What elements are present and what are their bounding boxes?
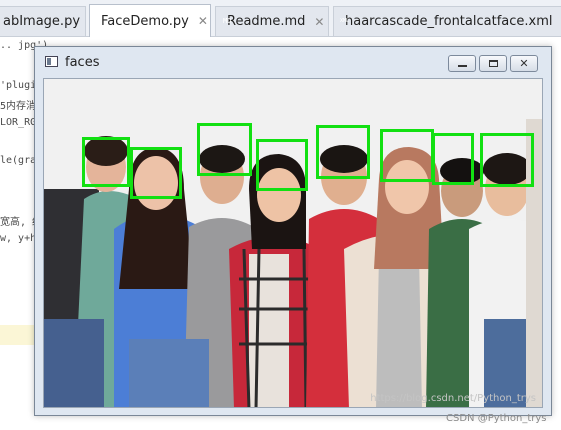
close-icon[interactable]: ✕ xyxy=(198,14,208,28)
tab-label: abImage.py xyxy=(3,14,81,29)
face-detection-box xyxy=(82,137,130,187)
window-titlebar[interactable]: faces ✕ xyxy=(35,47,551,77)
image-watermark: https://blog.csdn.net/Python_trys xyxy=(370,393,536,404)
tab-label: FaceDemo.py xyxy=(101,13,189,29)
tab-label: haarcascade_frontalcatface.xml xyxy=(345,14,553,29)
tab-facedemo[interactable]: FaceDemo.py ✕ xyxy=(89,4,211,37)
code-line: 'plugi xyxy=(0,80,37,91)
face-detection-box xyxy=(256,139,308,191)
group-photo xyxy=(44,79,542,407)
close-icon: ✕ xyxy=(519,57,529,70)
maximize-icon xyxy=(488,60,498,67)
maximize-button[interactable] xyxy=(479,55,507,72)
faces-window[interactable]: faces ✕ https://blog.csdn.net/Python_try… xyxy=(34,46,552,416)
code-line: 5内存消 xyxy=(0,101,37,112)
detected-faces-image: https://blog.csdn.net/Python_trys xyxy=(43,78,543,408)
face-detection-box xyxy=(197,123,252,176)
face-detection-box xyxy=(432,133,474,185)
tab-abimage[interactable]: abImage.py ✕ xyxy=(0,6,99,36)
window-title: faces xyxy=(65,55,100,70)
close-window-button[interactable]: ✕ xyxy=(510,55,538,72)
window-app-icon xyxy=(45,56,58,67)
editor-tab-bar: abImage.py ✕ FaceDemo.py ✕ Readme.md ✕ h… xyxy=(0,0,561,37)
code-line: le(gra xyxy=(0,155,37,166)
minimize-button[interactable] xyxy=(448,55,476,72)
tab-readme[interactable]: Readme.md ✕ xyxy=(215,6,329,36)
tab-haarcascade[interactable]: haarcascade_frontalcatface.xml ✕ xyxy=(333,6,561,36)
tab-label: Readme.md xyxy=(227,14,306,29)
close-icon[interactable]: ✕ xyxy=(314,15,324,29)
face-detection-box xyxy=(380,129,434,182)
face-detection-box xyxy=(316,125,370,179)
face-detection-box xyxy=(130,147,182,199)
face-detection-box xyxy=(480,133,534,187)
minimize-icon xyxy=(457,65,467,67)
csdn-watermark: CSDN @Python_trys xyxy=(446,413,547,424)
